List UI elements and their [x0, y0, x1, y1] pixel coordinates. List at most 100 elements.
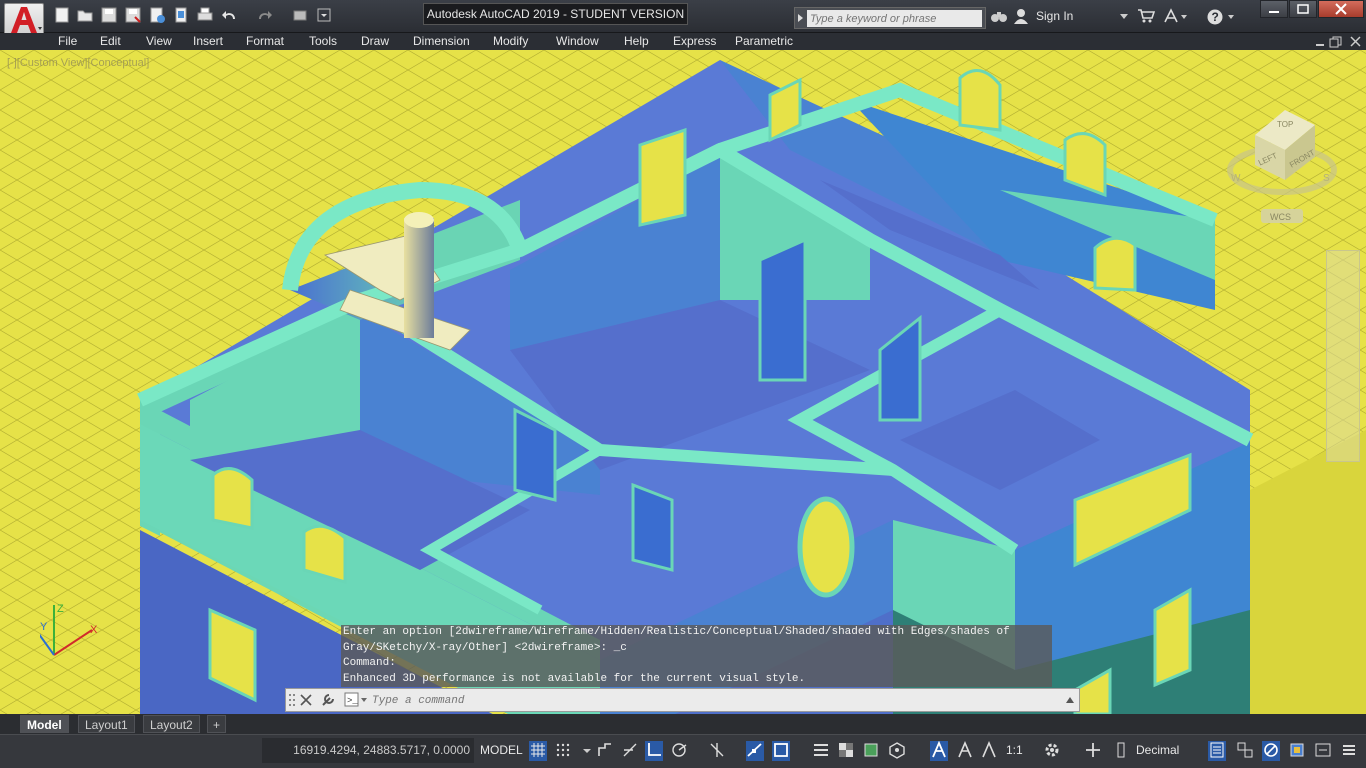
annotation-scale-icon[interactable] — [980, 740, 998, 761]
model-space-button[interactable]: MODEL — [480, 743, 523, 757]
search-box[interactable] — [794, 7, 986, 29]
autocad-a-icon[interactable] — [4, 3, 44, 37]
dynamic-input-icon[interactable] — [621, 741, 639, 761]
workspace-icon[interactable] — [292, 6, 312, 26]
menu-bar: File Edit View Insert Format Tools Draw … — [0, 33, 1366, 50]
sign-in-button[interactable]: Sign In — [1016, 9, 1073, 23]
command-input[interactable] — [372, 692, 1062, 709]
menu-modify[interactable]: Modify — [493, 34, 528, 48]
grip-icon[interactable] — [288, 692, 296, 708]
minimize-button[interactable] — [1260, 0, 1288, 18]
recent-commands-icon[interactable]: >_ — [344, 692, 368, 708]
command-history-line: Gray/SKetchy/X-ray/Other] <2dwireframe>:… — [343, 641, 627, 654]
selection-cycling-icon[interactable] — [862, 741, 880, 761]
close-command-line-icon[interactable] — [299, 693, 313, 707]
new-icon[interactable] — [53, 6, 73, 26]
3d-object-snap-icon[interactable] — [888, 741, 906, 761]
command-history: Enter an option [2dwireframe/Wireframe/H… — [341, 625, 1052, 687]
annotation-visibility-icon[interactable] — [930, 740, 948, 761]
transparency-icon[interactable] — [837, 741, 855, 761]
polar-tracking-icon[interactable] — [670, 741, 688, 761]
snap-dropdown-icon[interactable] — [578, 741, 591, 761]
3d-model-view[interactable] — [0, 50, 1366, 714]
menu-insert[interactable]: Insert — [193, 34, 223, 48]
isodraft-icon[interactable] — [708, 741, 726, 761]
close-button[interactable] — [1318, 0, 1364, 18]
ucs-menu[interactable]: WCS — [1270, 212, 1291, 222]
search-input[interactable] — [807, 10, 982, 27]
customize-icon[interactable] — [315, 6, 335, 26]
plot-icon[interactable] — [196, 6, 216, 26]
menu-view[interactable]: View — [146, 34, 172, 48]
units-dropdown[interactable]: Decimal — [1136, 743, 1179, 757]
tab-model[interactable]: Model — [20, 715, 69, 733]
help-icon[interactable]: ? — [1206, 8, 1236, 26]
menu-window[interactable]: Window — [556, 34, 599, 48]
restore-button[interactable] — [1289, 0, 1317, 18]
layout-tabs: Model Layout1 Layout2 + — [0, 714, 1366, 734]
compass-w[interactable]: W — [1231, 173, 1241, 184]
viewport-controls-label[interactable]: [-][Custom View][Conceptual] — [7, 57, 149, 69]
command-line: >_ — [285, 688, 1080, 712]
menu-parametric[interactable]: Parametric — [735, 34, 793, 48]
tab-layout1[interactable]: Layout1 — [78, 715, 135, 733]
autodesk-app-store-icon[interactable] — [1137, 8, 1157, 26]
save-as-icon[interactable] — [124, 6, 144, 26]
caret-right-icon — [798, 14, 803, 22]
sign-in-label: Sign In — [1036, 9, 1074, 23]
save-web-icon[interactable] — [172, 6, 192, 26]
infer-constraints-icon[interactable] — [596, 741, 614, 761]
compass-s[interactable]: S — [1323, 173, 1330, 184]
menu-edit[interactable]: Edit — [100, 34, 121, 48]
clean-screen-icon[interactable] — [1314, 741, 1332, 761]
drawing-viewport[interactable]: [-][Custom View][Conceptual] TOP LEFT FR… — [0, 50, 1366, 714]
expand-history-icon[interactable] — [1065, 695, 1075, 705]
annotation-monitor-icon[interactable] — [1084, 741, 1102, 761]
menu-express[interactable]: Express — [673, 34, 716, 48]
units-icon[interactable] — [1112, 741, 1130, 761]
open-icon[interactable] — [76, 6, 96, 26]
ucs-icon: Z X Y — [40, 603, 98, 656]
menu-tools[interactable]: Tools — [309, 34, 337, 48]
undo-icon[interactable] — [221, 6, 241, 26]
ortho-mode-icon[interactable] — [645, 741, 663, 761]
navigation-bar[interactable] — [1326, 250, 1360, 462]
isolate-objects-icon[interactable] — [1262, 741, 1280, 761]
a360-icon[interactable] — [1163, 8, 1189, 26]
grid-display-icon[interactable] — [529, 741, 547, 761]
window-title: Autodesk AutoCAD 2019 - STUDENT VERSION — [423, 3, 688, 25]
menu-help[interactable]: Help — [624, 34, 649, 48]
menu-draw[interactable]: Draw — [361, 34, 389, 48]
drawing-window-controls[interactable] — [1312, 35, 1364, 49]
lock-ui-icon[interactable] — [1236, 741, 1254, 761]
customization-menu-icon[interactable] — [1340, 741, 1358, 761]
svg-text:Z: Z — [57, 603, 64, 615]
auto-scale-icon[interactable] — [956, 740, 974, 761]
customize-wrench-icon[interactable] — [320, 692, 336, 708]
viewcube-top[interactable]: TOP — [1277, 120, 1293, 129]
redo-icon[interactable] — [255, 6, 275, 26]
tab-new-layout[interactable]: + — [207, 715, 227, 733]
menu-file[interactable]: File — [58, 34, 77, 48]
workspace-gear-icon[interactable] — [1043, 741, 1061, 761]
save-icon[interactable] — [100, 6, 120, 26]
lineweight-icon[interactable] — [812, 741, 830, 761]
command-history-line: Enter an option [2dwireframe/Wireframe/H… — [343, 626, 1010, 638]
annotation-scale-value[interactable]: 1:1 — [1006, 743, 1023, 757]
viewcube[interactable]: TOP LEFT FRONT W S WCS — [1225, 95, 1355, 235]
object-snap-tracking-icon[interactable] — [746, 741, 764, 761]
command-history-line: Command: — [343, 657, 396, 669]
tab-layout2[interactable]: Layout2 — [143, 715, 200, 733]
object-snap-icon[interactable] — [772, 741, 790, 761]
svg-text:>_: >_ — [347, 696, 358, 706]
open-web-icon[interactable] — [148, 6, 168, 26]
coordinates-display[interactable]: 16919.4294, 24883.5717, 0.0000 — [262, 738, 474, 763]
hardware-acceleration-icon[interactable] — [1288, 741, 1306, 761]
snap-mode-icon[interactable] — [554, 741, 572, 761]
quick-properties-icon[interactable] — [1208, 741, 1226, 761]
binoculars-icon[interactable] — [990, 8, 1010, 26]
menu-dimension[interactable]: Dimension — [413, 34, 470, 48]
sign-in-dropdown-icon[interactable] — [1120, 8, 1130, 26]
svg-text:?: ? — [1212, 10, 1219, 24]
menu-format[interactable]: Format — [246, 34, 284, 48]
